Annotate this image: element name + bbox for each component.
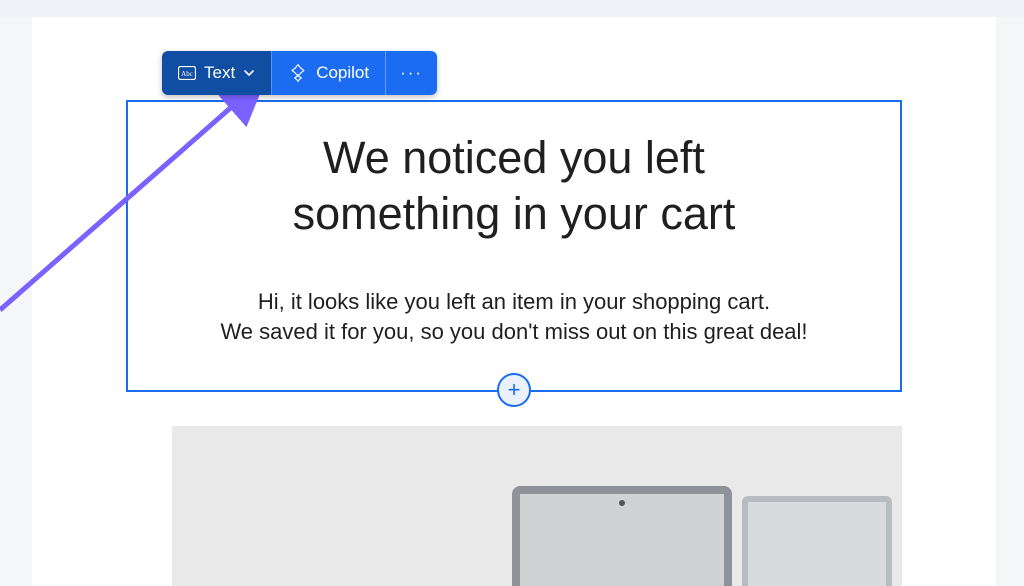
body-line-1: Hi, it looks like you left an item in yo… [168, 287, 860, 318]
add-block-button[interactable]: + [497, 373, 531, 407]
body-line-2: We saved it for you, so you don't miss o… [168, 317, 860, 348]
copilot-label: Copilot [316, 63, 369, 83]
headline-line-2: something in your cart [168, 186, 860, 242]
text-format-dropdown[interactable]: Abc Text [162, 51, 271, 95]
chevron-down-icon [243, 67, 255, 79]
more-actions-button[interactable]: ··· [385, 51, 437, 95]
svg-text:Abc: Abc [181, 70, 193, 78]
text-badge-icon: Abc [178, 66, 196, 80]
plus-icon: + [508, 379, 521, 401]
headline[interactable]: We noticed you left something in your ca… [168, 130, 860, 243]
copilot-button[interactable]: Copilot [271, 51, 385, 95]
body-text[interactable]: Hi, it looks like you left an item in yo… [168, 287, 860, 349]
product-laptop-graphic [512, 486, 732, 586]
selected-text-block[interactable]: We noticed you left something in your ca… [126, 100, 902, 392]
text-dropdown-label: Text [204, 63, 235, 83]
more-horizontal-icon: ··· [400, 63, 423, 83]
copilot-icon [288, 63, 308, 83]
editor-canvas: Abc Text Copilot ··· We noticed yo [32, 17, 996, 586]
block-toolbar: Abc Text Copilot ··· [162, 51, 437, 95]
product-tablet-graphic [742, 496, 892, 586]
headline-line-1: We noticed you left [168, 130, 860, 186]
app-header-strip [0, 0, 1024, 17]
product-image-block[interactable] [172, 426, 902, 586]
